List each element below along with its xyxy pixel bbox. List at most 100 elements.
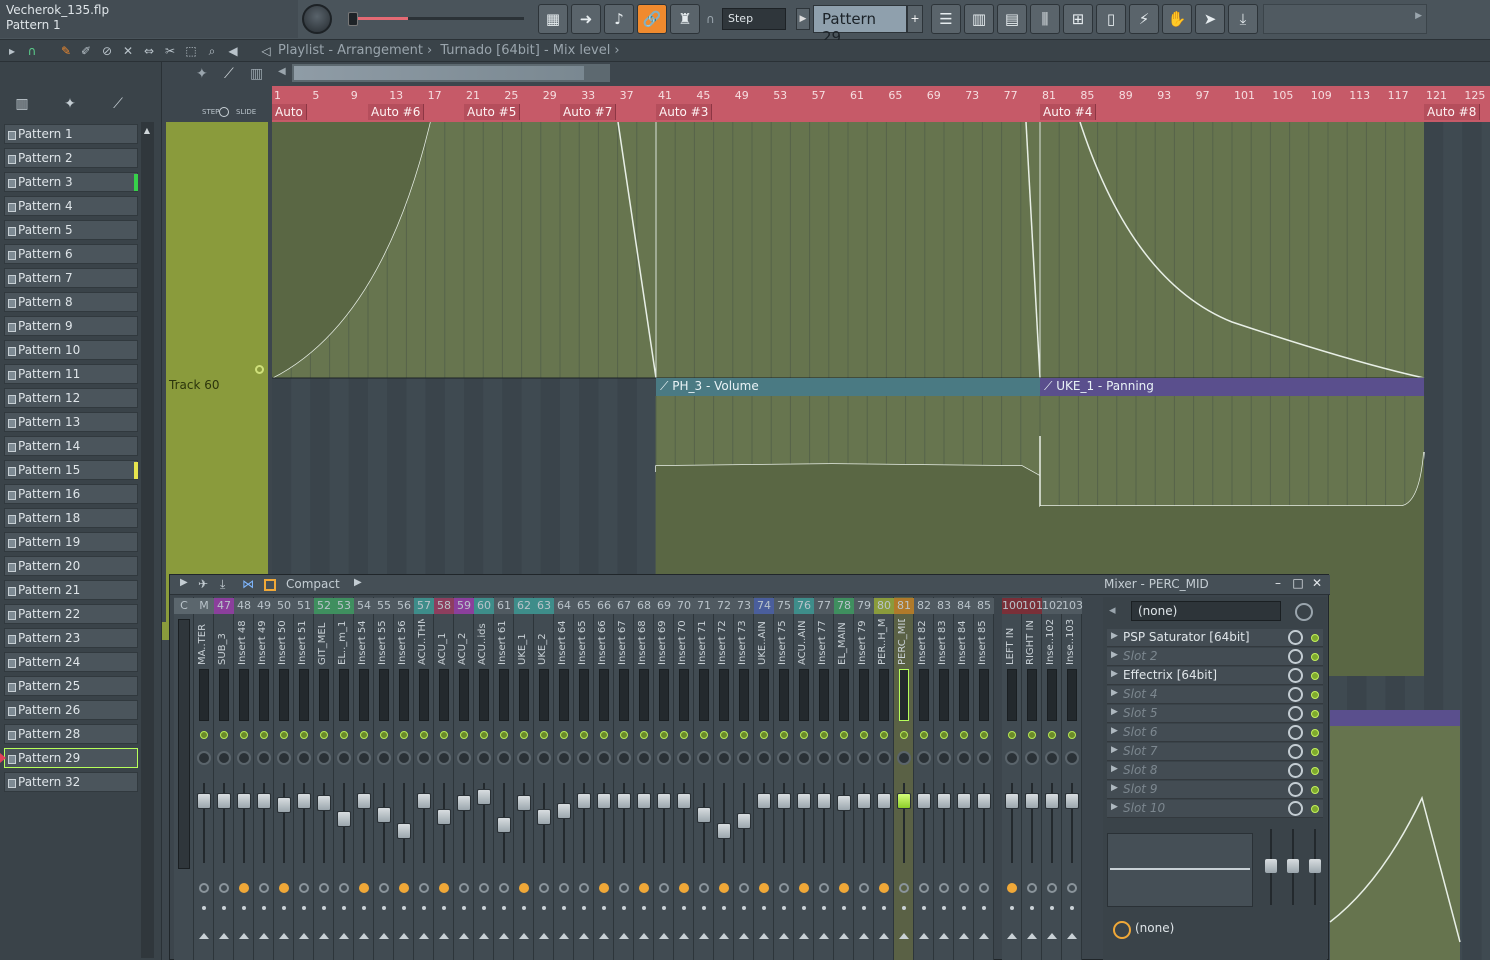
fx-slot[interactable]: ▶ Effectrix [64bit] bbox=[1107, 667, 1323, 685]
mixer-strip-stereo-dot[interactable] bbox=[422, 906, 426, 910]
plugin-plug-icon[interactable]: ⚡ bbox=[1129, 4, 1159, 34]
mixer-strip-route-arrow-icon[interactable] bbox=[699, 933, 709, 939]
mixer-strip-volume-fader[interactable] bbox=[557, 803, 571, 819]
maximize-icon[interactable]: □ bbox=[1290, 576, 1306, 592]
mixer-strip-enable-led[interactable] bbox=[560, 731, 568, 739]
mixer-strip-fx-toggle[interactable] bbox=[419, 883, 429, 893]
mixer-strip-route-arrow-icon[interactable] bbox=[499, 933, 509, 939]
mixer-strip[interactable]: 56 Insert 56 bbox=[394, 597, 414, 960]
mixer-strip-stereo-dot[interactable] bbox=[962, 906, 966, 910]
mixer-strip-volume-fader[interactable] bbox=[397, 823, 411, 839]
mixer-strip-fx-toggle[interactable] bbox=[459, 883, 469, 893]
pattern-item[interactable]: Pattern 15 bbox=[4, 460, 138, 480]
mixer-strip[interactable]: 66 Insert 66 bbox=[594, 597, 614, 960]
mixer-strip-pan-knob[interactable] bbox=[237, 751, 251, 765]
mixer-strip-pan-knob[interactable] bbox=[1045, 751, 1059, 765]
mixer-strip-stereo-dot[interactable] bbox=[762, 906, 766, 910]
slot-expand-icon[interactable]: ▶ bbox=[1111, 669, 1118, 679]
browser-tree-icon[interactable]: ⊞ bbox=[1063, 4, 1093, 34]
mixer-strip-volume-fader[interactable] bbox=[597, 793, 611, 809]
mixer-strip-enable-led[interactable] bbox=[220, 731, 228, 739]
project-file-icon[interactable]: ▯ bbox=[1096, 4, 1126, 34]
mixer-strip[interactable]: 57 ACU..THM bbox=[414, 597, 434, 960]
mixer-mode-arrow-icon[interactable]: ▶ bbox=[354, 577, 362, 588]
slot-enable-led[interactable] bbox=[1311, 691, 1319, 699]
mixer-strip[interactable]: 83 Insert 83 bbox=[934, 597, 954, 960]
slot-mix-knob[interactable] bbox=[1288, 649, 1303, 664]
mixer-strip-volume-fader[interactable] bbox=[197, 793, 211, 809]
mixer-strip-route-arrow-icon[interactable] bbox=[1007, 933, 1017, 939]
mixer-strip-route-arrow-icon[interactable] bbox=[459, 933, 469, 939]
mixer-strip-route-arrow-icon[interactable] bbox=[379, 933, 389, 939]
mixer-strip-volume-fader[interactable] bbox=[277, 797, 291, 813]
mixer-strip[interactable]: 68 Insert 68 bbox=[634, 597, 654, 960]
mixer-strip-pan-knob[interactable] bbox=[357, 751, 371, 765]
add-pattern-button[interactable]: + bbox=[907, 5, 923, 33]
mixer-strip-stereo-dot[interactable] bbox=[462, 906, 466, 910]
mixer-strip-enable-led[interactable] bbox=[520, 731, 528, 739]
mixer-strip[interactable]: M MA..TER bbox=[194, 597, 214, 960]
pattern-item[interactable]: Pattern 7 bbox=[4, 268, 138, 288]
mixer-strip[interactable]: 67 Insert 67 bbox=[614, 597, 634, 960]
mixer-strip-pan-knob[interactable] bbox=[1025, 751, 1039, 765]
mixer-strip-fx-toggle[interactable] bbox=[219, 883, 229, 893]
render-icon[interactable]: ➤ bbox=[1195, 4, 1225, 34]
mixer-strip-enable-led[interactable] bbox=[240, 731, 248, 739]
fx-slot[interactable]: ▶ PSP Saturator [64bit] bbox=[1107, 629, 1323, 647]
mixer-strip-fx-toggle[interactable] bbox=[319, 883, 329, 893]
mixer-strip-enable-led[interactable] bbox=[440, 731, 448, 739]
mixer-strip-stereo-dot[interactable] bbox=[702, 906, 706, 910]
mixer-strip-route-arrow-icon[interactable] bbox=[739, 933, 749, 939]
mixer-strip[interactable]: 48 Insert 48 bbox=[234, 597, 254, 960]
minimize-icon[interactable]: – bbox=[1270, 576, 1286, 592]
mixer-menu-arrow-icon[interactable]: ▶ bbox=[180, 577, 188, 588]
mixer-strip-enable-led[interactable] bbox=[1068, 731, 1076, 739]
mixer-strip-volume-fader[interactable] bbox=[717, 823, 731, 839]
fx-slot[interactable]: ▶ Slot 7 bbox=[1107, 743, 1323, 761]
mixer-strip-stereo-dot[interactable] bbox=[1010, 906, 1014, 910]
mixer-strip[interactable]: 74 UKE..AIN bbox=[754, 597, 774, 960]
mixer-strip-enable-led[interactable] bbox=[420, 731, 428, 739]
fx-slot[interactable]: ▶ Slot 4 bbox=[1107, 686, 1323, 704]
draw-pencil-icon[interactable]: ✎ bbox=[58, 43, 74, 59]
mixer-strip-pan-knob[interactable] bbox=[457, 751, 471, 765]
slot-enable-led[interactable] bbox=[1311, 805, 1319, 813]
mixer-strip-fx-toggle[interactable] bbox=[1027, 883, 1037, 893]
channel-rack-icon[interactable]: ▤ bbox=[997, 4, 1027, 34]
zoom-icon[interactable]: ⌕ bbox=[204, 43, 220, 59]
mixer-strip[interactable]: 50 Insert 50 bbox=[274, 597, 294, 960]
metronome-icon[interactable]: ♜ bbox=[670, 4, 700, 34]
slot-mix-knob[interactable] bbox=[1288, 630, 1303, 645]
automation-marker[interactable]: Auto bbox=[272, 104, 307, 120]
automation-marker[interactable]: Auto #8 bbox=[1424, 104, 1481, 120]
slot-enable-led[interactable] bbox=[1311, 634, 1319, 642]
mixer-strip-enable-led[interactable] bbox=[480, 731, 488, 739]
mixer-strip-enable-led[interactable] bbox=[800, 731, 808, 739]
slot-expand-icon[interactable]: ▶ bbox=[1111, 631, 1118, 641]
mixer-strip-stereo-dot[interactable] bbox=[982, 906, 986, 910]
track-enable-toggle[interactable] bbox=[255, 365, 264, 374]
mixer-strip-enable-led[interactable] bbox=[860, 731, 868, 739]
mixer-strip[interactable]: 52 GIT_MEL bbox=[314, 597, 334, 960]
mixer-strip-stereo-dot[interactable] bbox=[802, 906, 806, 910]
mixer-strip-volume-fader[interactable] bbox=[337, 811, 351, 827]
mixer-strip-pan-knob[interactable] bbox=[437, 751, 451, 765]
mixer-strip-fx-toggle[interactable] bbox=[339, 883, 349, 893]
mixer-strip-route-arrow-icon[interactable] bbox=[899, 933, 909, 939]
mixer-strip-route-arrow-icon[interactable] bbox=[539, 933, 549, 939]
mixer-strip-enable-led[interactable] bbox=[500, 731, 508, 739]
pattern-item[interactable]: Pattern 18 bbox=[4, 508, 138, 528]
slider-handle[interactable] bbox=[348, 12, 358, 26]
menu-arrow-icon[interactable]: ▸ bbox=[4, 43, 20, 59]
playlist-icon[interactable]: ☰ bbox=[931, 4, 961, 34]
mixer-window-icon[interactable] bbox=[264, 579, 276, 591]
slot-enable-led[interactable] bbox=[1311, 748, 1319, 756]
mixer-titlebar[interactable]: ▶ ✈ ⤓ ⋈ Compact ▶ Mixer - PERC_MID – □ ✕ bbox=[170, 575, 1330, 595]
pattern-play-arrow-icon[interactable]: ▶ bbox=[796, 8, 810, 30]
mixer-strip-volume-fader[interactable] bbox=[737, 813, 751, 829]
slot-mix-knob[interactable] bbox=[1288, 744, 1303, 759]
mixer-strip-pan-knob[interactable] bbox=[397, 751, 411, 765]
mixer-strip[interactable]: 79 Insert 79 bbox=[854, 597, 874, 960]
mixer-strip[interactable]: 102 Inse..102 bbox=[1042, 597, 1063, 960]
mixer-strip[interactable]: 85 Insert 85 bbox=[974, 597, 994, 960]
